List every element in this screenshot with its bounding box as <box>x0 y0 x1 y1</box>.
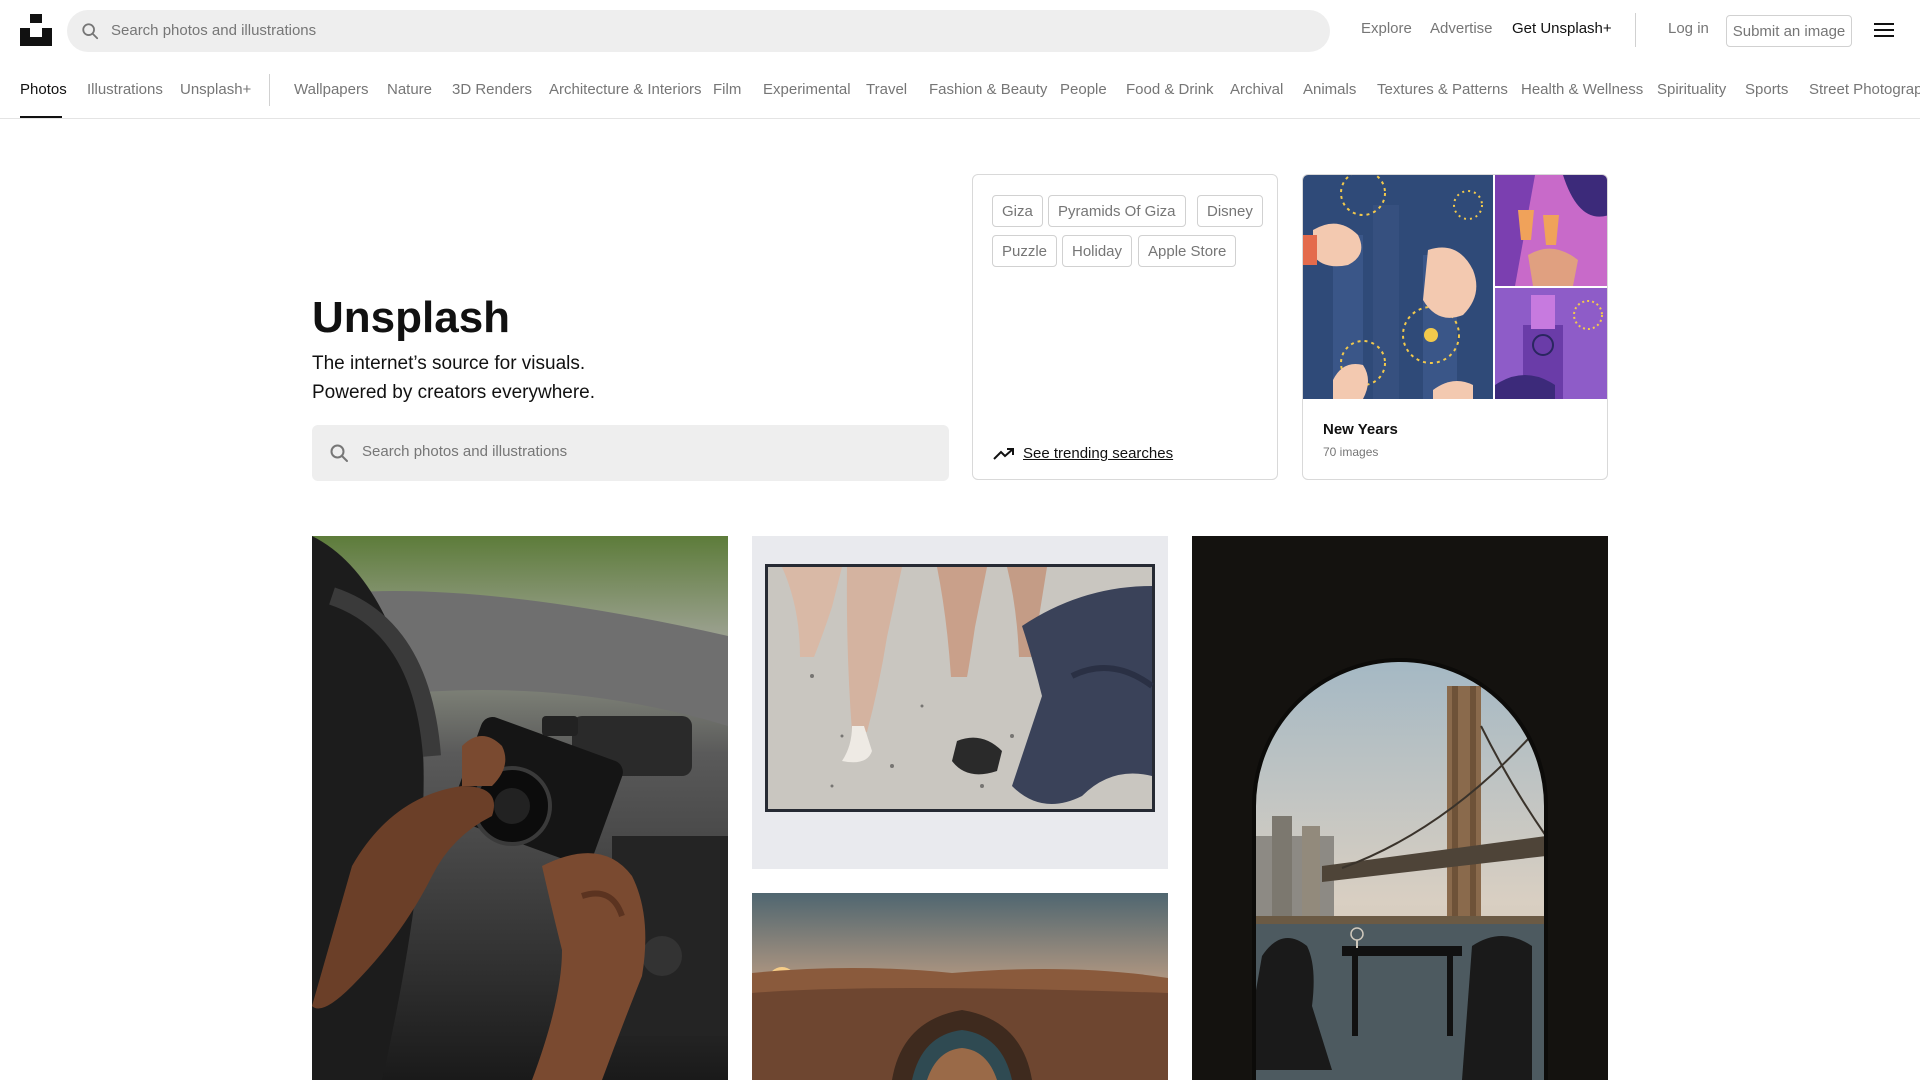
nav-item-street-photography[interactable]: Street Photography <box>1809 81 1920 98</box>
hero-title: Unsplash <box>312 293 511 342</box>
active-tab-underline <box>20 116 62 118</box>
nav-item-fashion-beauty[interactable]: Fashion & Beauty <box>929 81 1047 98</box>
collection-title: New Years <box>1323 421 1398 438</box>
trending-chip[interactable]: Apple Store <box>1138 235 1237 267</box>
photo-hands-holding-camera-in-car[interactable] <box>312 536 728 1080</box>
nav-item-wallpapers[interactable]: Wallpapers <box>294 81 368 98</box>
photo-brooklyn-bridge-through-arch[interactable] <box>1192 536 1608 1080</box>
nav-item-archival[interactable]: Archival <box>1230 81 1283 98</box>
trending-searches-card: Giza Pyramids Of Giza Disney Puzzle Holi… <box>972 174 1278 480</box>
nav-item-illustrations[interactable]: Illustrations <box>87 81 163 98</box>
nav-item-animals[interactable]: Animals <box>1303 81 1356 98</box>
hero-search-placeholder: Search photos and illustrations <box>362 443 568 460</box>
trending-chip[interactable]: Pyramids Of Giza <box>1048 195 1186 227</box>
nav-item-textures-patterns[interactable]: Textures & Patterns <box>1377 81 1508 98</box>
trending-chip[interactable]: Puzzle <box>992 235 1058 267</box>
nav-item-photos[interactable]: Photos <box>20 81 67 98</box>
collection-count: 70 images <box>1323 445 1379 459</box>
login-link[interactable]: Log in <box>1668 20 1709 37</box>
advertise-link[interactable]: Advertise <box>1430 20 1493 37</box>
nav-divider <box>269 74 270 106</box>
top-header: Search photos and illustrations Explore … <box>0 0 1920 59</box>
trending-chip[interactable]: Giza <box>992 195 1043 227</box>
nav-item-spirituality[interactable]: Spirituality <box>1657 81 1726 98</box>
hero-subtitle-line2: Powered by creators everywhere. <box>312 382 596 403</box>
nav-item-film[interactable]: Film <box>713 81 741 98</box>
search-icon <box>330 444 348 462</box>
trending-chip[interactable]: Holiday <box>1062 235 1133 267</box>
nav-item-people[interactable]: People <box>1060 81 1107 98</box>
nav-item-sports[interactable]: Sports <box>1745 81 1788 98</box>
hero-search-input[interactable]: Search photos and illustrations <box>312 425 949 481</box>
trending-up-icon <box>993 447 1014 460</box>
nav-item-unsplash-plus[interactable]: Unsplash+ <box>180 81 251 98</box>
see-trending-label: See trending searches <box>1023 445 1174 462</box>
submit-image-button[interactable]: Submit an image <box>1726 15 1852 47</box>
nav-item-food-drink[interactable]: Food & Drink <box>1126 81 1214 98</box>
hamburger-menu-icon[interactable] <box>1874 22 1894 38</box>
photo-polaroid-legs-heels[interactable] <box>752 536 1168 869</box>
header-divider <box>1635 13 1636 47</box>
nav-item-architecture-interiors[interactable]: Architecture & Interiors <box>549 81 702 98</box>
collection-preview-image <box>1303 175 1607 399</box>
explore-link[interactable]: Explore <box>1361 20 1412 37</box>
collection-card-new-years[interactable]: New Years 70 images <box>1302 174 1608 480</box>
nav-item-experimental[interactable]: Experimental <box>763 81 851 98</box>
get-unsplash-plus-link[interactable]: Get Unsplash+ <box>1512 20 1612 37</box>
top-search-input[interactable]: Search photos and illustrations <box>67 10 1330 52</box>
category-nav: Photos Illustrations Unsplash+ Wallpaper… <box>0 59 1920 119</box>
trending-chip[interactable]: Disney <box>1197 195 1263 227</box>
search-icon <box>82 23 99 40</box>
nav-item-3d-renders[interactable]: 3D Renders <box>452 81 532 98</box>
nav-item-nature[interactable]: Nature <box>387 81 432 98</box>
unsplash-logo-icon[interactable] <box>20 14 52 46</box>
see-trending-link[interactable]: See trending searches <box>993 445 1173 462</box>
hero-subtitle-line1: The internet’s source for visuals. <box>312 353 586 374</box>
nav-item-health-wellness[interactable]: Health & Wellness <box>1521 81 1643 98</box>
nav-item-travel[interactable]: Travel <box>866 81 907 98</box>
photo-canyon-horseshoe-bend[interactable] <box>752 893 1168 1080</box>
top-search-placeholder: Search photos and illustrations <box>111 22 317 39</box>
